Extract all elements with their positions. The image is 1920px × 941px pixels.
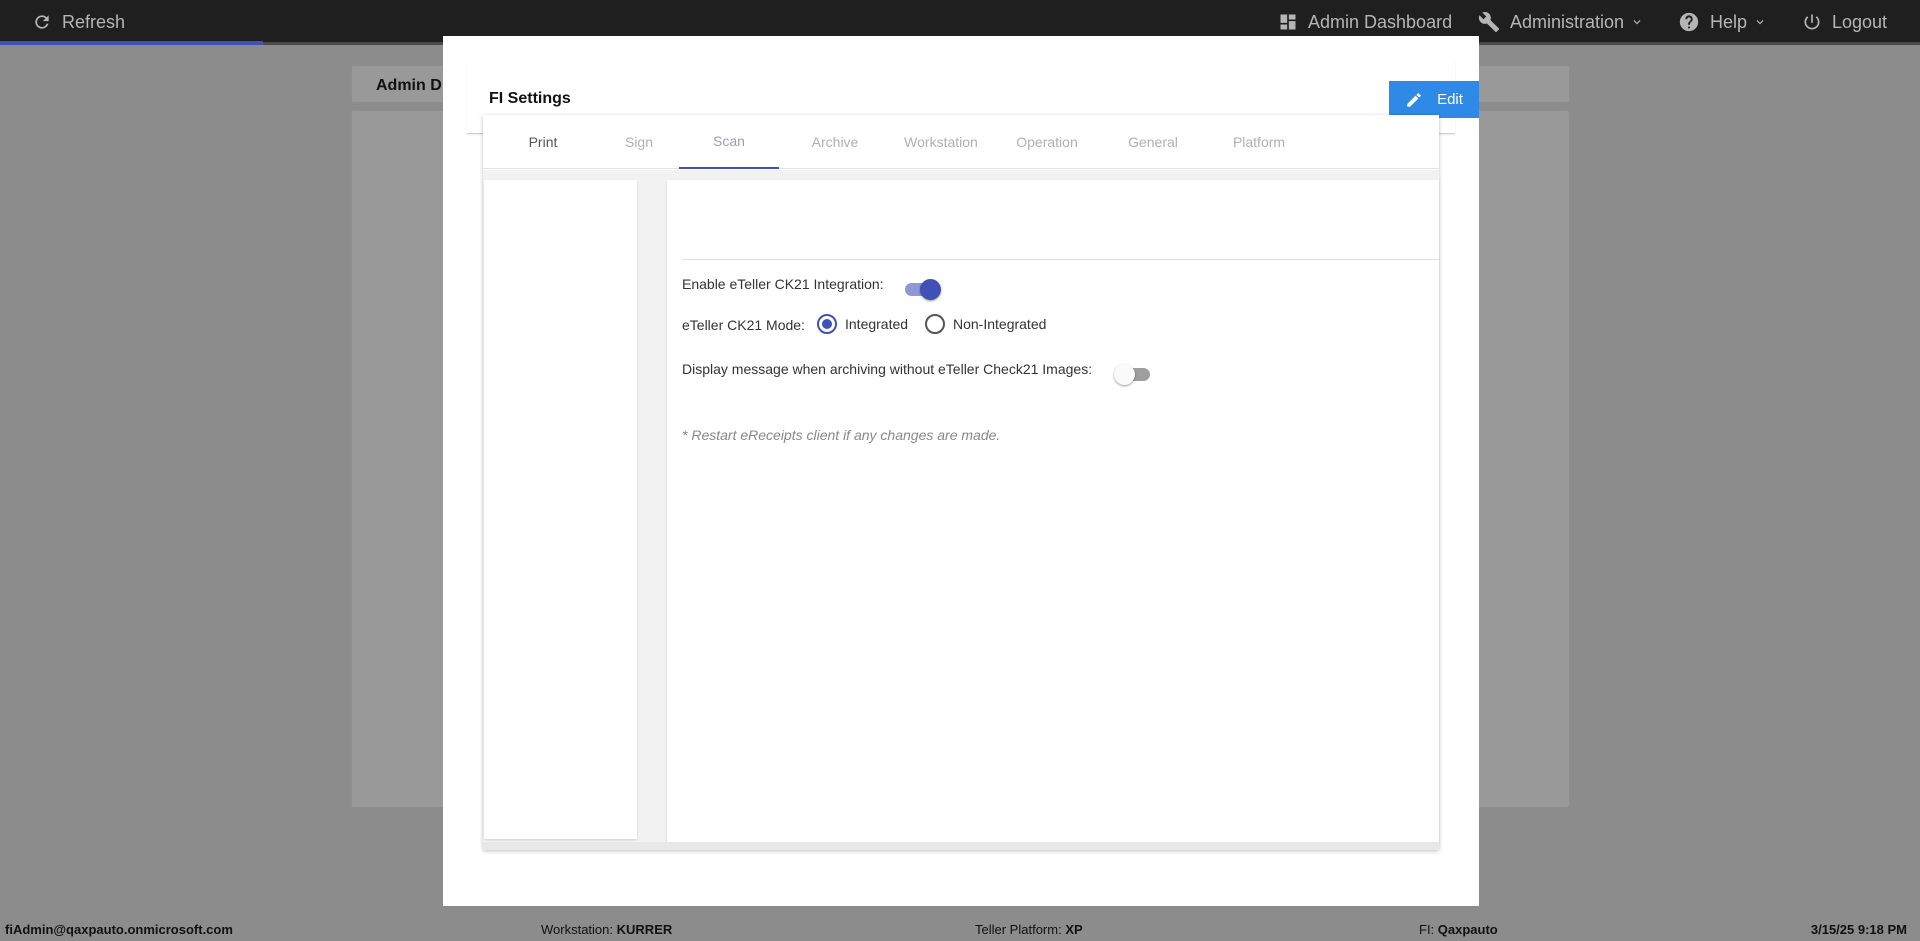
chevron-down-icon <box>1756 20 1764 25</box>
help-label: Help <box>1710 11 1748 32</box>
tab-operation[interactable]: Operation <box>997 115 1097 169</box>
tab-platform[interactable]: Platform <box>1209 115 1309 169</box>
tab-workstation[interactable]: Workstation <box>891 115 991 169</box>
status-fi: FI: Qaxpauto <box>1419 922 1498 937</box>
refresh-button[interactable]: Refresh <box>32 0 125 44</box>
settings-tabs: Print Sign Scan Archive Workstation Oper… <box>483 115 1439 169</box>
edit-label: Edit <box>1437 91 1463 108</box>
tab-scan[interactable]: Scan <box>679 115 779 169</box>
radio-non-integrated-label: Non-Integrated <box>953 316 1047 332</box>
fi-settings-dialog: FI Settings Edit Print Sign Scan Archive… <box>443 36 1479 906</box>
radio-circle <box>817 314 837 334</box>
status-workstation: Workstation: KURRER <box>541 922 672 937</box>
loading-progress-bar <box>0 41 263 45</box>
tab-archive[interactable]: Archive <box>785 115 885 169</box>
dialog-title: FI Settings <box>489 90 571 107</box>
status-user: fiAdmin@qaxpauto.onmicrosoft.com <box>5 922 233 937</box>
administration-menu[interactable]: Administration <box>1478 0 1644 44</box>
toggle-thumb <box>1114 364 1135 385</box>
power-icon <box>1804 14 1820 30</box>
teller-platform-value: XP <box>1065 922 1083 937</box>
toggle-thumb <box>920 279 941 300</box>
refresh-label: Refresh <box>62 11 126 32</box>
administration-label: Administration <box>1510 11 1625 32</box>
wrench-icon <box>1478 12 1500 33</box>
left-pane <box>484 180 637 839</box>
ck21-integration-toggle[interactable] <box>903 277 941 301</box>
radio-circle <box>925 314 945 334</box>
restart-note: * Restart eReceipts client if any change… <box>682 427 1001 443</box>
admin-dashboard-label: Admin Dashboard <box>1308 11 1453 32</box>
workstation-label: Workstation: <box>541 922 614 937</box>
radio-integrated-label: Integrated <box>845 316 909 332</box>
fi-label: FI: <box>1419 922 1435 937</box>
edit-button[interactable]: Edit <box>1389 81 1479 118</box>
teller-platform-label: Teller Platform: <box>975 922 1062 937</box>
ck21-mode-label: eTeller CK21 Mode: <box>682 317 805 333</box>
status-datetime: 3/15/25 9:18 PM <box>1810 922 1907 937</box>
logout-button[interactable]: Logout <box>1802 0 1887 44</box>
chevron-down-icon <box>1633 20 1641 25</box>
scan-settings-pane: Enable eTeller CK21 Integration: eTeller… <box>667 180 1439 842</box>
divider <box>682 259 1439 260</box>
radio-integrated[interactable]: Integrated <box>817 314 908 334</box>
status-teller-platform: Teller Platform: XP <box>975 922 1083 937</box>
help-icon <box>1679 12 1699 32</box>
settings-panel: Print Sign Scan Archive Workstation Oper… <box>483 115 1439 850</box>
ck21-integration-label: Enable eTeller CK21 Integration: <box>682 276 884 292</box>
panel-footer-strip <box>483 842 1439 850</box>
workstation-value: KURRER <box>616 922 673 937</box>
fi-value: Qaxpauto <box>1437 922 1498 937</box>
background-card-title: Admin D <box>376 77 442 94</box>
radio-non-integrated[interactable]: Non-Integrated <box>925 314 1046 334</box>
dashboard-icon <box>1280 14 1296 30</box>
tab-content-area: Enable eTeller CK21 Integration: eTeller… <box>483 170 1439 842</box>
archive-message-toggle[interactable] <box>1114 362 1152 386</box>
archive-message-label: Display message when archiving without e… <box>682 361 1093 377</box>
refresh-icon <box>35 15 49 29</box>
tab-sign[interactable]: Sign <box>589 115 689 169</box>
logout-label: Logout <box>1832 11 1888 32</box>
tab-print[interactable]: Print <box>493 115 593 169</box>
tab-general[interactable]: General <box>1103 115 1203 169</box>
pencil-icon <box>1407 92 1421 107</box>
status-bar: fiAdmin@qaxpauto.onmicrosoft.com Worksta… <box>0 916 1920 941</box>
help-menu[interactable]: Help <box>1678 0 1767 44</box>
